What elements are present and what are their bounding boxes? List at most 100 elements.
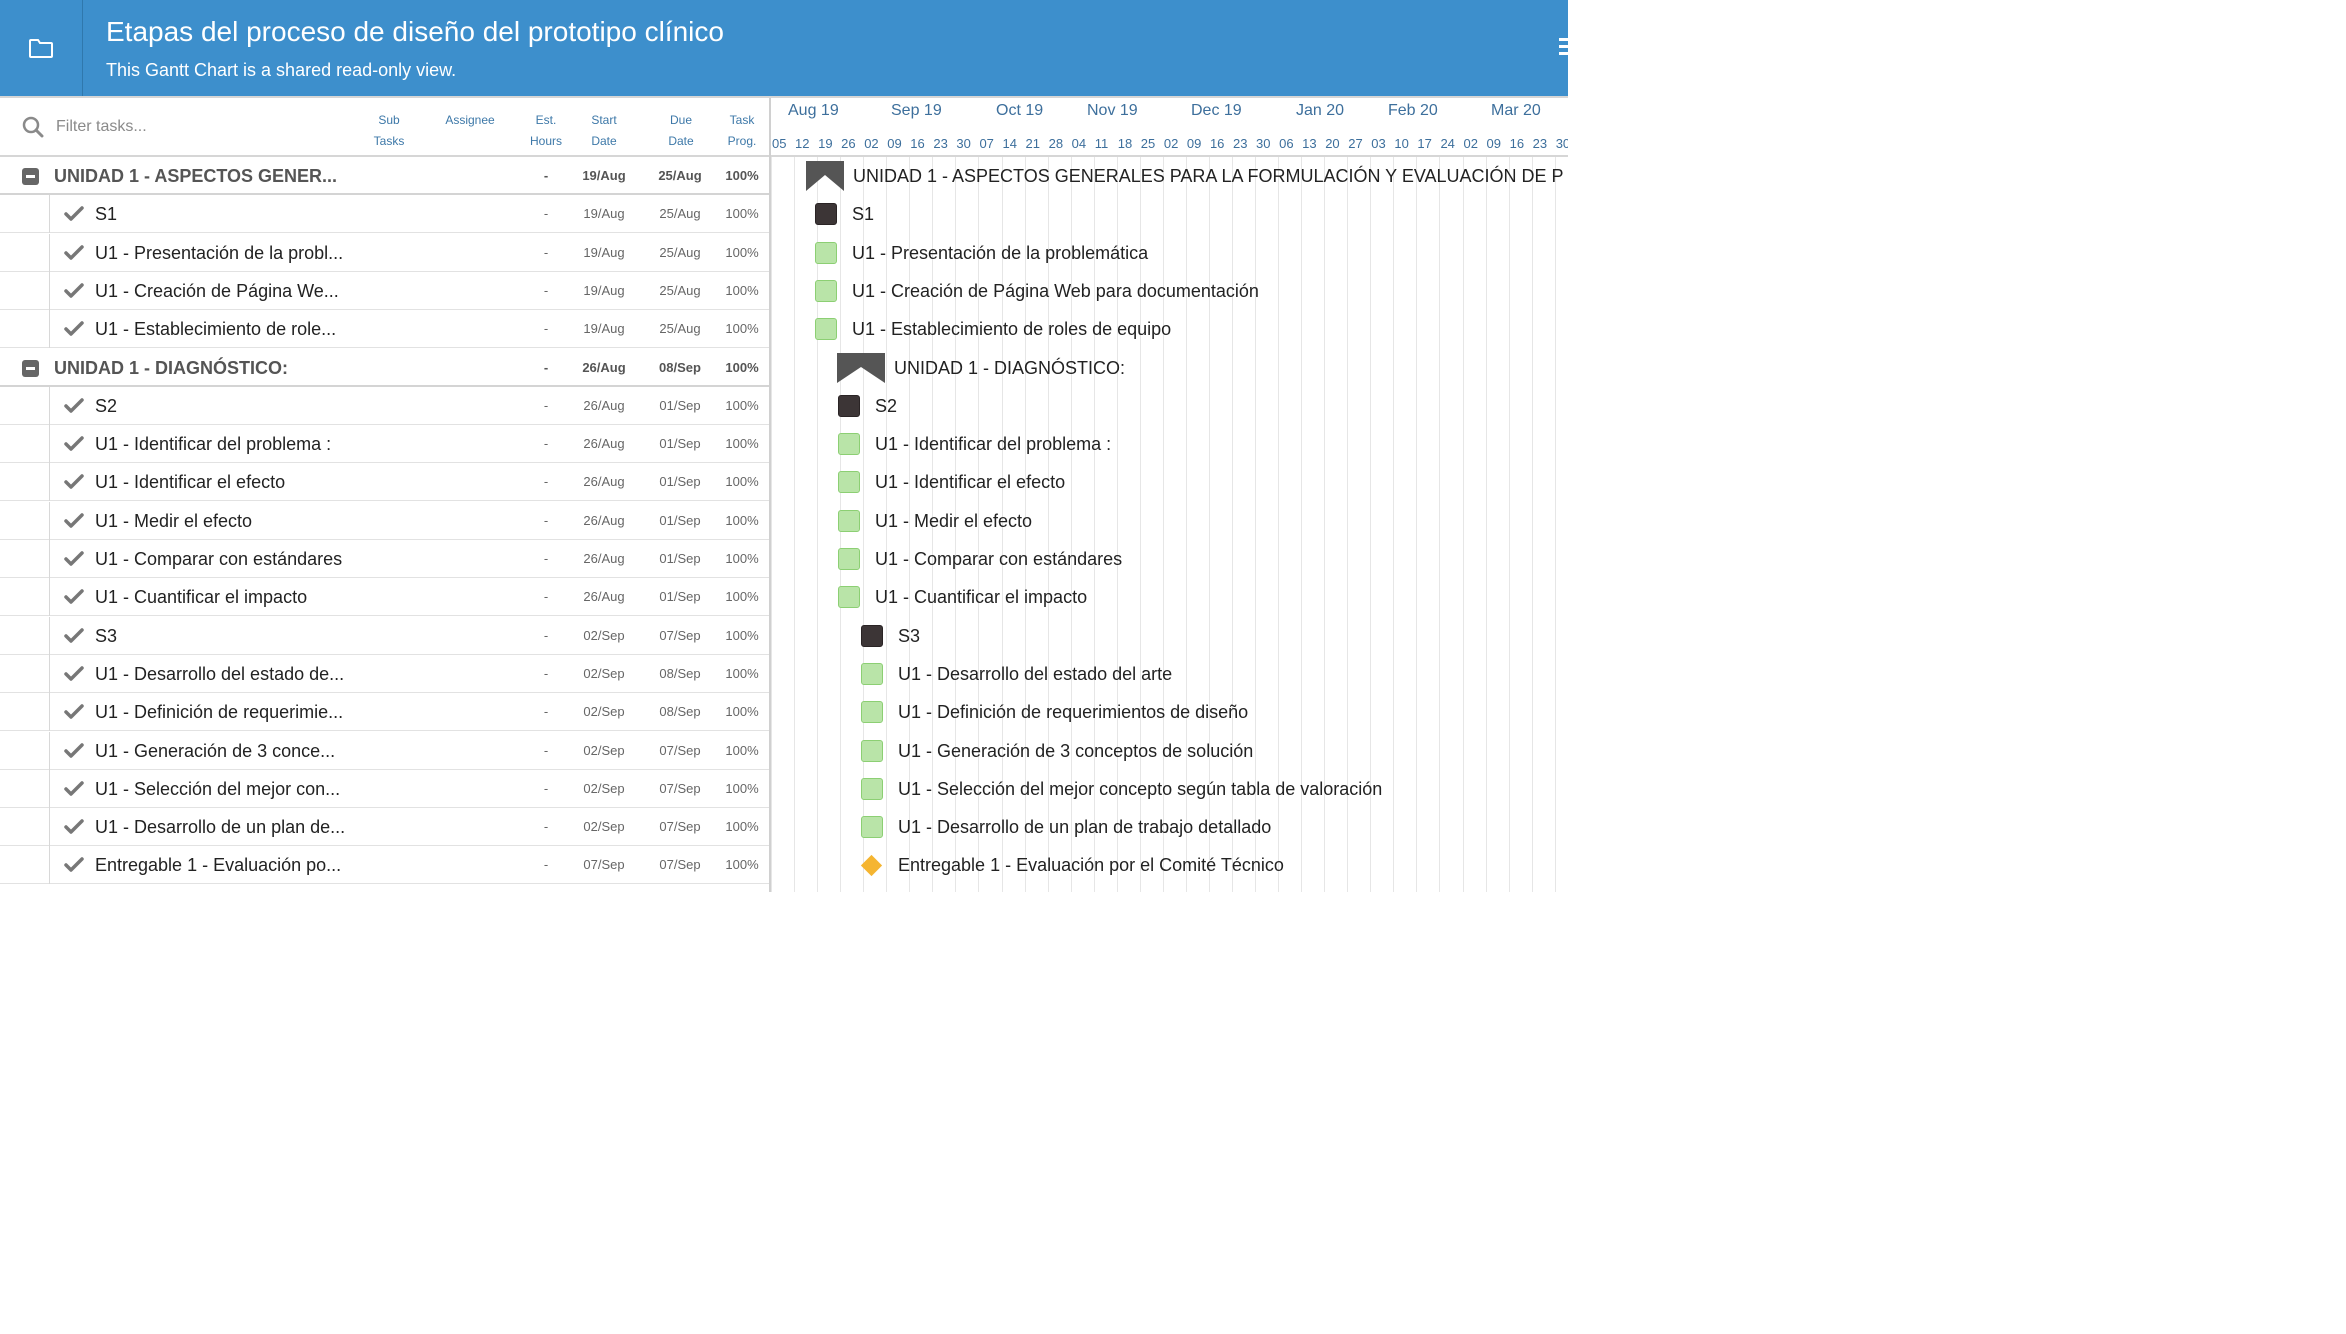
section-bar[interactable] (815, 203, 837, 226)
app-header: Etapas del proceso de diseño del prototi… (0, 0, 1568, 96)
task-bar[interactable] (838, 586, 860, 609)
checkmark-icon[interactable] (64, 474, 84, 490)
checkmark-icon[interactable] (64, 283, 84, 299)
est-hours-cell: - (543, 819, 549, 835)
task-row[interactable]: U1 - Cuantificar el impacto - 26/Aug 01/Sep… (0, 578, 769, 617)
task-name: U1 - Definición de requerimie... (95, 702, 344, 723)
task-bar[interactable] (815, 241, 837, 264)
week-gridline (1393, 157, 1395, 892)
task-name: U1 - Identificar el efecto (95, 472, 286, 493)
task-bar[interactable] (861, 816, 883, 839)
checkmark-icon[interactable] (64, 704, 84, 720)
start-date-cell: 19/Aug (583, 282, 625, 298)
est-hours-cell: - (543, 436, 549, 452)
task-row[interactable]: U1 - Generación de 3 conce... - 02/Sep 07/S… (0, 731, 769, 770)
week-label: 30 (1555, 136, 1568, 151)
bar-label: U1 - Desarrollo de un plan de trabajo de… (898, 817, 1272, 838)
column-task-progress[interactable]: Task Prog. (718, 98, 766, 156)
progress-cell: 100% (725, 857, 759, 873)
task-name: U1 - Cuantificar el impacto (95, 587, 308, 608)
column-est-hours[interactable]: Est. Hours (522, 98, 570, 156)
task-bar[interactable] (861, 739, 883, 762)
week-label: 25 (1140, 136, 1156, 151)
task-row[interactable]: U1 - Creación de Página We... - 19/Aug 25/A… (0, 271, 769, 310)
menu-icon[interactable] (1556, 36, 1568, 60)
task-row[interactable]: U1 - Identificar del problema : - 26/Aug 01… (0, 425, 769, 464)
checkmark-icon[interactable] (64, 436, 84, 452)
bar-label: U1 - Medir el efecto (875, 510, 1033, 531)
filter-tasks-input[interactable] (56, 112, 336, 142)
column-start-date[interactable]: Start Date (574, 98, 634, 156)
folder-button[interactable] (0, 0, 83, 96)
month-label: Feb 20 (1388, 102, 1438, 119)
task-row[interactable]: U1 - Presentación de la probl... - 19/Aug 2… (0, 233, 769, 272)
checkmark-icon[interactable] (64, 206, 84, 222)
week-label: 03 (1371, 136, 1386, 151)
month-label: Jan 20 (1296, 102, 1345, 119)
group-row[interactable]: UNIDAD 1 - ASPECTOS GENER... - 19/Aug 25/Au… (0, 157, 769, 195)
task-bar[interactable] (815, 279, 837, 302)
section-bar[interactable] (838, 394, 860, 417)
est-hours-cell: - (543, 168, 549, 183)
indent-guide (49, 195, 50, 234)
checkmark-icon[interactable] (64, 781, 84, 797)
due-date-cell: 01/Sep (659, 474, 701, 490)
task-bar[interactable] (838, 471, 860, 494)
group-summary-bar[interactable] (806, 161, 844, 191)
group-summary-bar[interactable] (837, 352, 885, 383)
checkmark-icon[interactable] (64, 857, 84, 873)
task-bar[interactable] (838, 433, 860, 456)
column-label: Start (591, 113, 617, 127)
checkmark-icon[interactable] (64, 551, 84, 567)
task-row[interactable]: S1 - 19/Aug 25/Aug 100% (0, 195, 769, 234)
task-row[interactable]: U1 - Identificar el efecto - 26/Aug 01/Sep 1… (0, 463, 769, 502)
checkmark-icon[interactable] (64, 627, 84, 644)
task-row[interactable]: U1 - Medir el efecto - 26/Aug 01/Sep 100% (0, 501, 769, 540)
column-label: Hours (529, 134, 562, 148)
task-row[interactable]: U1 - Definición de requerimie... - 02/Sep 0… (0, 693, 769, 732)
due-date-cell: 01/Sep (659, 397, 701, 413)
collapse-icon[interactable] (22, 168, 39, 185)
task-row[interactable]: S3 - 02/Sep 07/Sep 100% (0, 616, 769, 655)
checkmark-icon[interactable] (64, 321, 84, 337)
task-row[interactable]: Entregable 1 - Evaluación po... - 07/Sep 07… (0, 846, 769, 885)
week-label: 12 (795, 136, 810, 151)
task-row[interactable]: U1 - Selección del mejor con... - 02/Sep 07… (0, 769, 769, 808)
progress-cell: 100% (725, 244, 759, 260)
task-bar[interactable] (815, 318, 837, 341)
task-row[interactable]: S2 - 26/Aug 01/Sep 100% (0, 386, 769, 425)
week-gridline (1508, 157, 1510, 892)
due-date-cell: 01/Sep (659, 436, 701, 452)
week-gridline (1462, 157, 1464, 892)
checkmark-icon[interactable] (64, 398, 84, 414)
week-gridline (771, 157, 772, 892)
page-title: Etapas del proceso de diseño del prototi… (106, 16, 724, 47)
week-label: 09 (887, 136, 902, 151)
week-gridline (817, 157, 819, 892)
checkmark-icon[interactable] (64, 244, 84, 261)
checkmark-icon[interactable] (64, 742, 84, 759)
checkmark-icon[interactable] (64, 666, 84, 682)
start-date-cell: 26/Aug (583, 551, 625, 566)
column-sub-tasks[interactable]: Sub Tasks (362, 98, 416, 156)
task-bar[interactable] (861, 662, 883, 685)
bar-label: Entregable 1 - Evaluación por el Comité … (898, 855, 1284, 876)
checkmark-icon[interactable] (64, 819, 84, 835)
column-label: Date (668, 134, 694, 148)
start-date-cell: 02/Sep (583, 819, 625, 835)
task-bar[interactable] (861, 777, 883, 800)
collapse-icon[interactable] (22, 359, 39, 377)
group-row[interactable]: UNIDAD 1 - DIAGNÓSTICO: - 26/Aug 08/Sep 100% (0, 349, 769, 387)
checkmark-icon[interactable] (64, 589, 84, 605)
checkmark-icon[interactable] (64, 512, 84, 529)
task-row[interactable]: U1 - Establecimiento de role... - 19/Aug 25… (0, 310, 769, 349)
task-bar[interactable] (838, 548, 860, 570)
column-assignee[interactable]: Assignee (432, 98, 508, 156)
task-row[interactable]: U1 - Desarrollo del estado de... - 02/Sep 0… (0, 654, 769, 693)
task-bar[interactable] (861, 701, 883, 724)
task-bar[interactable] (838, 509, 860, 532)
column-due-date[interactable]: Due Date (651, 98, 711, 156)
section-bar[interactable] (861, 624, 883, 647)
task-row[interactable]: U1 - Comparar con estándares - 26/Aug 01/Se… (0, 540, 769, 578)
task-row[interactable]: U1 - Desarrollo de un plan de... - 02/Sep 0… (0, 808, 769, 847)
